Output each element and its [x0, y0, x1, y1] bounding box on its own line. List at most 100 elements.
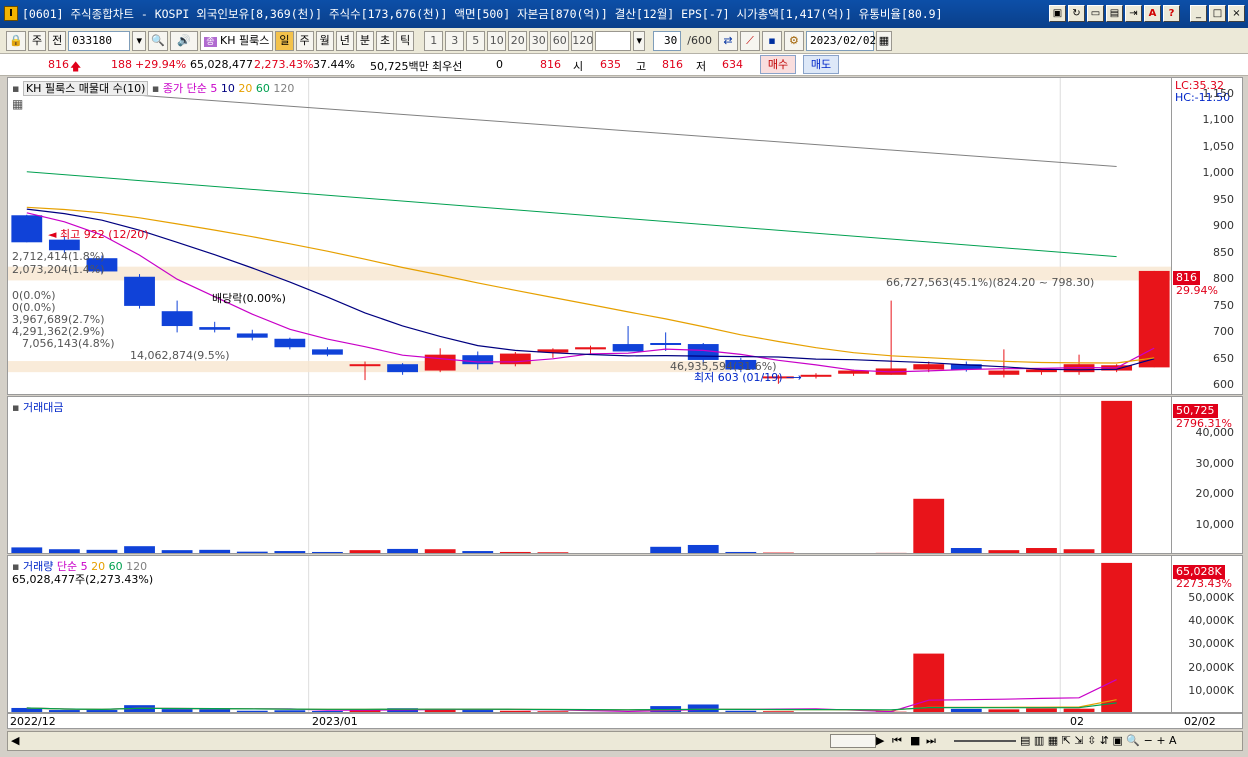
window-icon[interactable]: ▭ [1087, 5, 1104, 22]
volume-pct: 2,273.43% [254, 58, 314, 71]
period-minute[interactable]: 분 [355, 30, 374, 51]
layout-icon[interactable]: ▤ [1106, 5, 1123, 22]
volume-pane[interactable]: ▪ 거래량 단순 5 20 60 120 65,028,477주(2,273.4… [7, 555, 1172, 713]
sell-button[interactable]: 매도 [803, 55, 839, 74]
ma-label: 종가 단순 [162, 82, 207, 95]
amount-bar [48, 549, 80, 553]
price-legend-name: KH 필룩스 매물대 수(10) [22, 81, 149, 96]
close-button[interactable]: × [1228, 5, 1245, 22]
stock-name-label: KH 필룩스 [220, 33, 270, 47]
price-pane[interactable]: ▪ KH 필룩스 매물대 수(10) ▪ 종가 단순 5 10 20 60 12… [7, 77, 1172, 395]
period-year[interactable]: 년 [335, 30, 354, 51]
minute-20[interactable]: 20 [508, 30, 528, 51]
period-month[interactable]: 월 [315, 30, 334, 51]
pref-label: 최우선 [432, 60, 463, 73]
amount-bar [499, 551, 531, 553]
profile-label: 7,056,143(4.8%) [22, 337, 115, 350]
candle-body [199, 327, 231, 330]
dropdown-arrow-icon[interactable]: ▾ [132, 30, 147, 51]
date-axis: 2022/12 2023/01 02 02/02 [7, 713, 1243, 729]
speaker-icon[interactable]: 🔊 [170, 30, 199, 51]
help-icon[interactable]: ? [1163, 5, 1180, 22]
open-value: 635 [600, 58, 621, 71]
amount-axis: 40,000 30,000 20,000 10,000 50,725 2796.31% [1172, 396, 1243, 554]
candle-body [161, 311, 193, 327]
high-annotation-text: 최고 922 (12/20) [59, 228, 149, 241]
save-icon[interactable]: ▪ [761, 30, 782, 51]
buy-button[interactable]: 매수 [760, 55, 796, 74]
amount-bar [687, 544, 719, 553]
search-icon[interactable]: 🔍 [148, 30, 169, 51]
market-select[interactable]: 주 [28, 30, 47, 51]
amount-bar [537, 552, 569, 553]
stock-code-input[interactable]: 033180 [68, 30, 131, 51]
prev-button[interactable]: 전 [48, 30, 67, 51]
lock-icon[interactable]: 🔒 [6, 30, 26, 51]
refresh-icon[interactable]: ↻ [1068, 5, 1085, 22]
scrollbar[interactable]: ◀ ▶ ⏮ ■ ⏭ ▤ ▥ ▦ ⇱ ⇲ ⇳ ⇵ ▣ 🔍 − + A [7, 731, 1243, 751]
price-tick: 1,050 [1202, 139, 1235, 153]
minute-5[interactable]: 5 [466, 30, 486, 51]
amount-chart [11, 397, 1133, 553]
period-week[interactable]: 주 [295, 30, 314, 51]
period-day[interactable]: 일 [275, 30, 294, 51]
scroll-right-icon[interactable]: ▶ [876, 734, 884, 747]
candle-body [612, 344, 644, 352]
axis-tick: 10,000K [1188, 683, 1234, 697]
profile-label: 14,062,874(9.5%) [130, 349, 230, 362]
change-value: 188 [111, 58, 132, 71]
minute-1[interactable]: 1 [424, 30, 444, 51]
play-last-icon[interactable]: ⏭ [926, 734, 936, 748]
amount-pane[interactable]: ▪ 거래대금 [7, 396, 1172, 554]
price-tick: 900 [1213, 219, 1234, 233]
candle-body [462, 355, 494, 365]
candle-body [913, 364, 945, 370]
current-price: 816 [48, 58, 69, 71]
scroll-left-icon[interactable]: ◀ [11, 734, 19, 747]
period-second[interactable]: 초 [376, 30, 395, 51]
minute-120[interactable]: 120 [571, 30, 594, 51]
period-tick[interactable]: 틱 [396, 30, 415, 51]
amount-bar [1063, 549, 1095, 553]
zoom-slider[interactable] [954, 740, 1016, 742]
candle-body [499, 353, 531, 365]
current-price-box: 816 [1173, 271, 1200, 285]
maximize-button[interactable]: □ [1209, 5, 1226, 22]
volume-bar [1101, 562, 1133, 712]
chart-line-icon[interactable]: ⟋ [739, 30, 760, 51]
link-icon[interactable]: ▣ [1049, 5, 1066, 22]
amount-bar [312, 551, 343, 553]
minute-30[interactable]: 30 [529, 30, 549, 51]
axis-tick: 20,000 [1195, 487, 1235, 501]
count-input[interactable]: 30 [653, 30, 682, 51]
title-buttons: ▣ ↻ ▭ ▤ ⇥ A ? _ □ × [1049, 5, 1245, 22]
ma120-line [26, 86, 1117, 168]
minute-60[interactable]: 60 [550, 30, 570, 51]
dropdown-arrow-icon[interactable]: ▾ [633, 30, 646, 51]
axis-tick: 30,000 [1195, 456, 1235, 470]
chart-arrow-icon[interactable]: ⇄ [717, 30, 738, 51]
grid-icon[interactable]: ▦ [12, 97, 23, 111]
minute-3[interactable]: 3 [445, 30, 465, 51]
amount-bar [124, 546, 155, 553]
pref-price: 816 [540, 58, 561, 71]
minute-10[interactable]: 10 [487, 30, 507, 51]
date-input[interactable]: 2023/02/02 [805, 30, 876, 51]
price-legend: ▪ KH 필룩스 매물대 수(10) ▪ 종가 단순 5 10 20 60 12… [12, 80, 294, 96]
calendar-icon[interactable]: ▦ [875, 30, 892, 51]
stop-icon[interactable]: ■ [910, 734, 920, 747]
up-arrow-icon: 🡅 [70, 60, 82, 73]
candle-body [988, 370, 1020, 375]
gear-icon[interactable]: ⚙ [783, 30, 804, 51]
price-tick: 1,100 [1202, 113, 1235, 127]
price-tick: 850 [1213, 245, 1234, 259]
scroll-thumb[interactable] [830, 734, 876, 748]
pin-icon[interactable]: ⇥ [1125, 5, 1142, 22]
play-first-icon[interactable]: ⏮ [892, 734, 902, 748]
custom-period-input[interactable] [595, 30, 632, 51]
title-bar: I [0601] 주식종합차트 - KOSPI 외국인보유[8,369(천)] … [0, 0, 1248, 28]
minimize-button[interactable]: _ [1190, 5, 1207, 22]
amount-bar [1026, 548, 1057, 553]
layout-icons[interactable]: ▤ ▥ ▦ ⇱ ⇲ ⇳ ⇵ ▣ 🔍 − + A [1020, 734, 1177, 747]
font-icon[interactable]: A [1144, 5, 1161, 22]
